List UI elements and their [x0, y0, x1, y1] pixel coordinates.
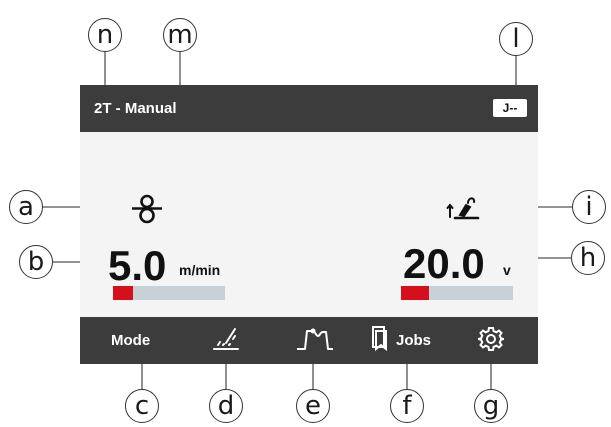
callout-d: d — [209, 389, 243, 423]
voltage-level-fill — [401, 286, 429, 300]
wire-feed-value: 5.0 — [108, 242, 167, 289]
voltage-unit: v — [503, 262, 511, 278]
welding-process-icon[interactable] — [211, 325, 241, 353]
jobs-button[interactable]: Jobs — [396, 332, 431, 349]
callout-b: b — [19, 245, 53, 279]
callout-f: f — [390, 389, 424, 423]
voltage-level-bar — [401, 286, 513, 300]
job-badge[interactable]: J-- — [493, 99, 527, 117]
callout-i: i — [572, 190, 606, 224]
callout-m: m — [163, 18, 197, 52]
mode-button[interactable]: Mode — [111, 332, 150, 349]
callout-c: c — [125, 389, 159, 423]
gear-icon[interactable] — [478, 326, 504, 352]
voltage-value: 20.0 — [403, 240, 485, 287]
wire-feed-unit: m/min — [179, 262, 221, 278]
torch-voltage-icon — [446, 197, 480, 220]
callout-e: e — [296, 389, 330, 423]
wire-feed-level-bar — [113, 286, 225, 300]
diagram: 2T - Manual J-- 5.0 m/min 20.0 v Mode Jo… — [0, 0, 611, 427]
callout-a: a — [9, 190, 43, 224]
callout-g: g — [474, 389, 508, 423]
mode-title: 2T - Manual — [94, 100, 177, 117]
pulse-waveform-icon[interactable] — [295, 327, 335, 353]
callout-h: h — [571, 241, 605, 275]
callout-n: n — [88, 18, 122, 52]
wire-feed-level-fill — [113, 286, 133, 300]
callout-l: l — [499, 22, 533, 56]
wire-feed-icon — [132, 194, 162, 224]
jobs-icon[interactable] — [371, 324, 391, 352]
